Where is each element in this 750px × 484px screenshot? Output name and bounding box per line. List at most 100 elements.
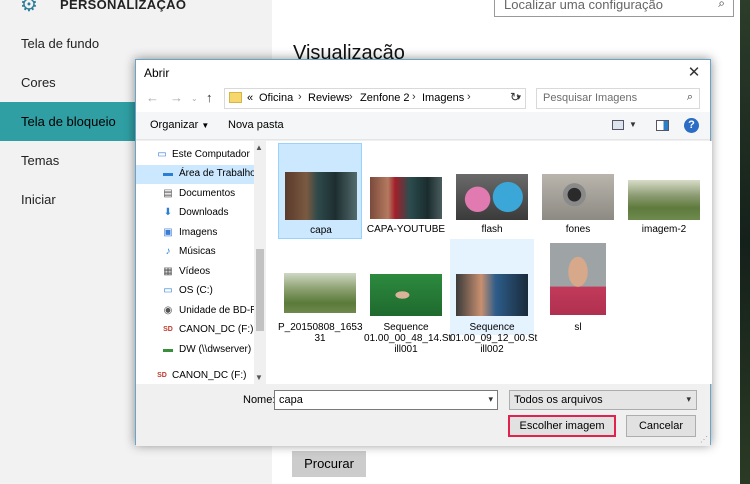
up-arrow-icon[interactable]: ↑ [206, 90, 213, 105]
breadcrumb-imagens[interactable]: Imagens [422, 92, 464, 104]
back-arrow-icon[interactable]: ← [146, 90, 159, 105]
chevron-down-icon[interactable]: ▾ [488, 394, 493, 405]
thumbnail-image [542, 174, 614, 220]
organize-button[interactable]: Organizar ▼ [150, 119, 209, 131]
tree-item-area-de-trabalho[interactable]: ▬ Área de Trabalho [136, 165, 254, 184]
new-folder-button[interactable]: Nova pasta [228, 119, 284, 131]
file-grid: capa CAPA-YOUTUBE flash fones imagem-2 P… [266, 141, 712, 384]
tree-item-label: Imagens [179, 227, 218, 238]
tree-item-label: Este Computador [172, 149, 250, 160]
help-icon[interactable]: ? [684, 118, 699, 133]
tree-item-label: OS (C:) [179, 285, 213, 296]
thumbnail-image [370, 274, 442, 316]
choose-image-button[interactable]: Escolher imagem [508, 415, 616, 437]
view-mode-icon[interactable] [612, 120, 624, 130]
file-item-imagem-2[interactable]: imagem-2 [622, 143, 706, 239]
tree-item-musicas[interactable]: ♪ Músicas [136, 243, 254, 262]
settings-search-input[interactable]: Localizar uma configuração ⌕ [494, 0, 734, 17]
filename-input[interactable]: capa ▾ [274, 390, 498, 410]
file-name: Sequence 01.00_00_48_14.St ill001 [364, 322, 451, 355]
breadcrumb-separator-icon[interactable]: › [349, 91, 353, 103]
tree-item-documentos[interactable]: ▤ Documentos [136, 185, 254, 204]
dialog-toolbar: Organizar ▼ Nova pasta ▼ ? [136, 112, 710, 140]
breadcrumb-reviews[interactable]: Reviews [308, 92, 350, 104]
tree-item-canon-dc-root[interactable]: SD CANON_DC (F:) [136, 367, 254, 384]
desktop-icon: ▬ [163, 168, 173, 179]
search-placeholder: Localizar uma configuração [504, 0, 663, 12]
tree-item-videos[interactable]: ▦ Vídeos [136, 263, 254, 282]
sd-card-icon: SD [163, 326, 173, 333]
tree-item-este-computador[interactable]: ▭ Este Computador [136, 146, 254, 165]
file-name: P_20150808_1653 31 [278, 322, 363, 344]
tree-item-downloads[interactable]: ⬇ Downloads [136, 204, 254, 223]
filename-label: Nome: [243, 394, 276, 406]
documents-icon: ▤ [163, 188, 173, 199]
tree-item-canon-dc[interactable]: SD CANON_DC (F:) [136, 321, 254, 340]
file-item-capa-youtube[interactable]: CAPA-YOUTUBE [364, 143, 448, 239]
file-name-line: ill001 [394, 344, 418, 355]
breadcrumb-separator-icon[interactable]: › [467, 91, 471, 103]
thumbnail-image [284, 273, 356, 313]
tree-item-label: DW (\\dwserver) [179, 344, 252, 355]
tree-scrollbar[interactable]: ▲ ▼ [254, 141, 266, 384]
tree-item-label: CANON_DC (F:) [179, 324, 254, 335]
filename-value: capa [279, 394, 303, 406]
breadcrumb-zenfone[interactable]: Zenfone 2 [360, 92, 410, 104]
tree-item-label: CANON_DC (F:) [172, 370, 247, 381]
file-item-capa[interactable]: capa [278, 143, 362, 239]
downloads-icon: ⬇ [163, 207, 173, 218]
breadcrumb-oficina[interactable]: Oficina [259, 92, 293, 104]
tree-item-imagens[interactable]: ▣ Imagens [136, 224, 254, 243]
file-name: imagem-2 [641, 224, 687, 235]
dialog-footer: Nome: capa ▾ Todos os arquivos ▾ Escolhe… [136, 384, 710, 446]
thumbnail-image [370, 177, 442, 219]
tree-item-unidade-bd-r[interactable]: ◉ Unidade de BD-R [136, 302, 254, 321]
file-name: fones [565, 224, 591, 235]
close-icon[interactable]: ✕ [684, 63, 704, 83]
file-item-sequence-still002[interactable]: Sequence 01.00_09_12_00.St ill002 [450, 239, 537, 355]
sidebar-item-tela-de-fundo[interactable]: Tela de fundo [0, 24, 272, 63]
thumbnail-image [456, 274, 528, 316]
file-item-fones[interactable]: fones [536, 143, 620, 239]
breadcrumb-separator-icon[interactable]: › [412, 91, 416, 103]
file-name-line: Sequence [383, 322, 429, 333]
preview-pane-icon[interactable] [656, 120, 669, 131]
cancel-button[interactable]: Cancelar [626, 415, 696, 437]
tree-item-dw-server[interactable]: ▬ DW (\\dwserver) [136, 341, 254, 360]
file-type-value: Todos os arquivos [514, 394, 603, 406]
scroll-up-icon[interactable]: ▲ [255, 143, 263, 152]
file-item-sequence-still001[interactable]: Sequence 01.00_00_48_14.St ill001 [364, 239, 451, 355]
tree-item-os-c[interactable]: ▭ OS (C:) [136, 282, 254, 301]
breadcrumb-separator-icon[interactable]: › [298, 91, 302, 103]
file-item-p-20150808[interactable]: P_20150808_1653 31 [278, 239, 363, 344]
search-icon: ⌕ [718, 0, 725, 10]
file-name-line: 01.00_09_12_00.St [450, 333, 538, 344]
file-item-sl[interactable]: sl [536, 239, 620, 335]
sd-card-icon: SD [157, 372, 167, 379]
file-name-line: ill002 [480, 344, 504, 355]
bd-drive-icon: ◉ [163, 305, 173, 316]
gear-icon: ⚙ [20, 0, 38, 16]
file-name: Sequence 01.00_09_12_00.St ill002 [450, 322, 538, 355]
recent-locations-chevron-icon[interactable]: ⌄ [191, 94, 198, 103]
file-type-select[interactable]: Todos os arquivos ▾ [509, 390, 697, 410]
chevron-down-icon: ▾ [686, 394, 691, 404]
folder-search-input[interactable]: Pesquisar Imagens ⌕ [536, 88, 700, 109]
thumbnail-image [285, 172, 357, 220]
file-name: capa [310, 225, 332, 236]
scroll-down-icon[interactable]: ▼ [255, 373, 263, 382]
breadcrumb-prefix[interactable]: « [247, 92, 253, 104]
scroll-thumb[interactable] [256, 249, 264, 331]
file-item-flash[interactable]: flash [450, 143, 534, 239]
thumbnail-image [628, 180, 700, 220]
dialog-title: Abrir [144, 66, 170, 80]
refresh-icon[interactable]: ↻ [510, 90, 520, 104]
chevron-down-icon[interactable]: ▼ [629, 120, 637, 129]
resize-grip-icon[interactable]: ⋰ [700, 435, 708, 444]
drive-icon: ▭ [163, 285, 173, 296]
forward-arrow-icon[interactable]: → [170, 90, 183, 105]
page-title: PERSONALIZAÇÃO [60, 0, 187, 12]
browse-button[interactable]: Procurar [292, 451, 366, 477]
address-bar[interactable]: « Oficina › Reviews › Zenfone 2 › Imagen… [224, 88, 526, 109]
tree-item-label: Músicas [179, 246, 216, 257]
